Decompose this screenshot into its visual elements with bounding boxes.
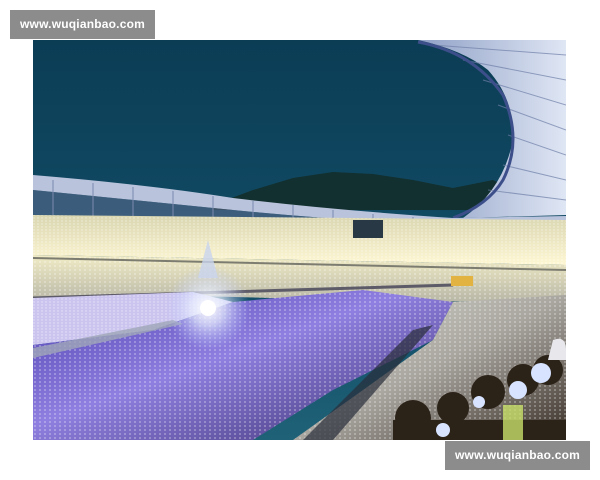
audience-shirt	[503, 405, 523, 440]
watermark-bottom-right: www.wuqianbao.com	[445, 441, 590, 470]
venue-sign	[451, 276, 473, 286]
stadium-photo	[33, 40, 566, 440]
watermark-top-left: www.wuqianbao.com	[10, 10, 155, 39]
stadium-scene	[33, 40, 566, 440]
stage-light-core	[200, 300, 216, 316]
upper-stand-gap	[353, 220, 383, 238]
